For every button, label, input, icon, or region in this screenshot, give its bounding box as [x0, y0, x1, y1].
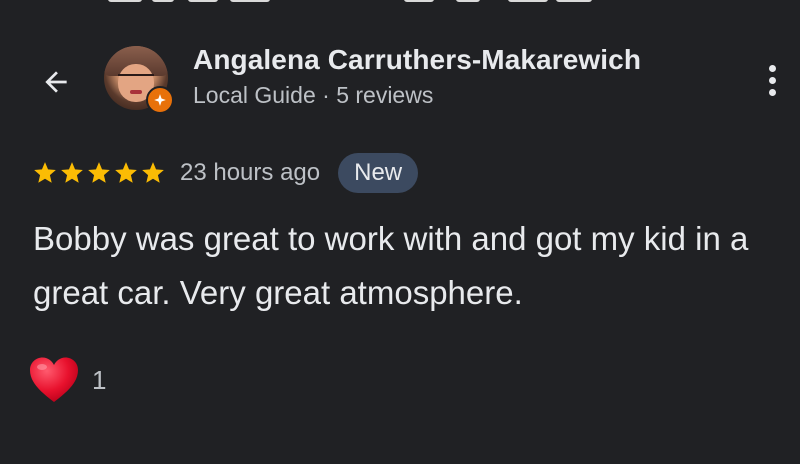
- back-arrow-icon: [45, 71, 67, 93]
- local-guide-star-badge-icon: [146, 86, 174, 114]
- like-count: 1: [92, 364, 107, 395]
- status-bar: [0, 0, 800, 6]
- reviewer-subtitle: Local Guide · 5 reviews: [193, 82, 434, 108]
- star-icon: [115, 162, 137, 183]
- more-vertical-icon: [768, 64, 776, 72]
- review-time: 23 hours ago: [180, 159, 321, 186]
- reviewer-name[interactable]: Angalena Carruthers-Makarewich: [193, 44, 641, 76]
- new-badge: New: [338, 153, 419, 193]
- heart-icon: [30, 357, 78, 402]
- star-icon: [88, 162, 110, 183]
- like-button[interactable]: 1: [28, 355, 106, 405]
- star-rating: [32, 160, 166, 186]
- back-button[interactable]: [34, 60, 78, 104]
- star-icon: [142, 162, 164, 183]
- star-icon: [34, 162, 56, 183]
- avatar[interactable]: [104, 46, 174, 114]
- review-meta: 23 hours ago New: [32, 150, 419, 196]
- reviewer-header: Angalena Carruthers-Makarewich Local Gui…: [0, 40, 800, 120]
- review-text: Bobby was great to work with and got my …: [33, 220, 749, 311]
- star-icon: [61, 162, 83, 183]
- review-detail-screen: Angalena Carruthers-Makarewich Local Gui…: [0, 0, 800, 464]
- more-options-button[interactable]: [752, 60, 792, 100]
